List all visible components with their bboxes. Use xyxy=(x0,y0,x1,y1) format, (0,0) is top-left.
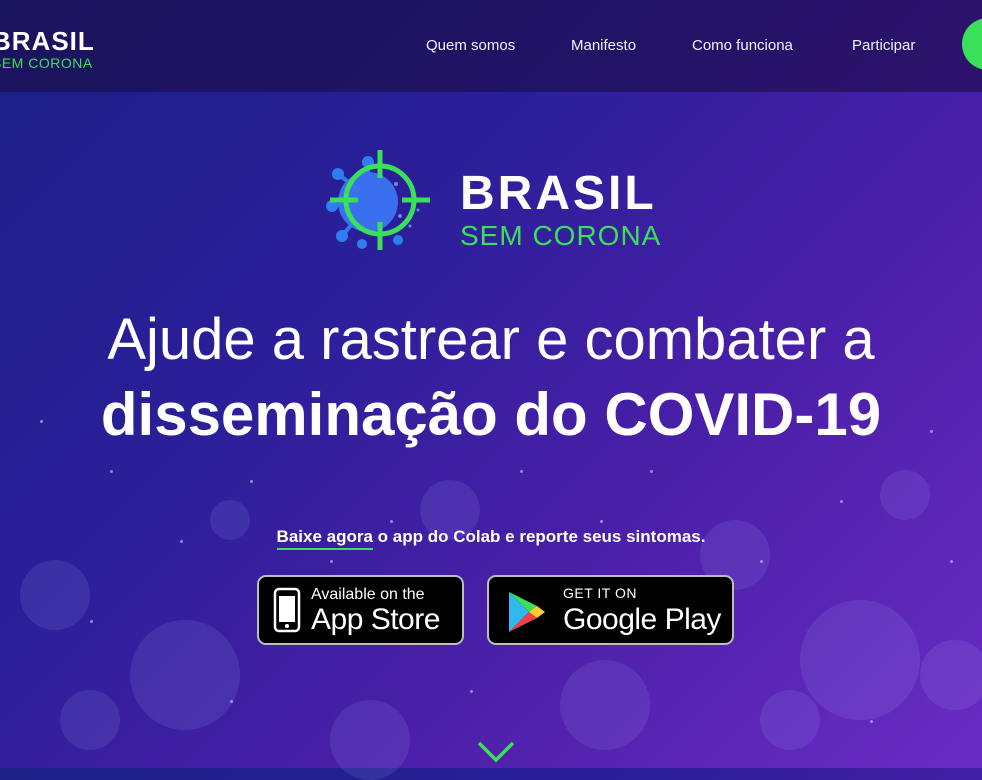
chevron-down-icon[interactable] xyxy=(476,740,516,769)
header-cta-button[interactable] xyxy=(962,18,982,70)
header-logo[interactable]: BRASIL SEM CORONA xyxy=(0,28,95,70)
nav-link-quem-somos[interactable]: Quem somos xyxy=(426,37,515,54)
hero-subtitle: Baixe agora o app do Colab e reporte seu… xyxy=(0,527,982,550)
virus-target-logo-icon xyxy=(318,144,438,262)
play-store-icon xyxy=(503,589,549,640)
hero-brand-wordmark: BRASIL SEM CORONA xyxy=(460,170,661,250)
headline-line-1: Ajude a rastrear e combater a xyxy=(107,307,875,372)
headline-line-2: disseminação do COVID-19 xyxy=(100,381,882,448)
google-play-button[interactable]: GET IT ON Google Play xyxy=(487,575,734,645)
top-navigation-bar: BRASIL SEM CORONA Quem somos Manifesto C… xyxy=(0,0,982,92)
header-logo-sem-corona: SEM CORONA xyxy=(0,55,93,71)
google-play-big-text: Google Play xyxy=(563,603,721,636)
hero-brand-sem-corona: SEM CORONA xyxy=(460,220,662,251)
phone-icon xyxy=(273,587,301,638)
header-logo-brasil: BRASIL xyxy=(0,26,95,56)
subtitle-highlight: Baixe agora xyxy=(276,527,373,550)
nav-link-como-funciona[interactable]: Como funciona xyxy=(692,37,793,54)
google-play-small-text: GET IT ON xyxy=(563,585,637,601)
nav-link-manifesto[interactable]: Manifesto xyxy=(571,37,636,54)
nav-link-participar[interactable]: Participar xyxy=(852,37,915,54)
app-store-button[interactable]: Available on the App Store xyxy=(257,575,464,645)
subtitle-text: o app do Colab e reporte seus sintomas. xyxy=(372,527,706,546)
app-store-big-text: App Store xyxy=(311,603,440,636)
hero-headline: Ajude a rastrear e combater a disseminaç… xyxy=(0,304,982,454)
hero-brand-brasil: BRASIL xyxy=(460,167,657,220)
app-store-small-text: Available on the xyxy=(311,586,425,603)
